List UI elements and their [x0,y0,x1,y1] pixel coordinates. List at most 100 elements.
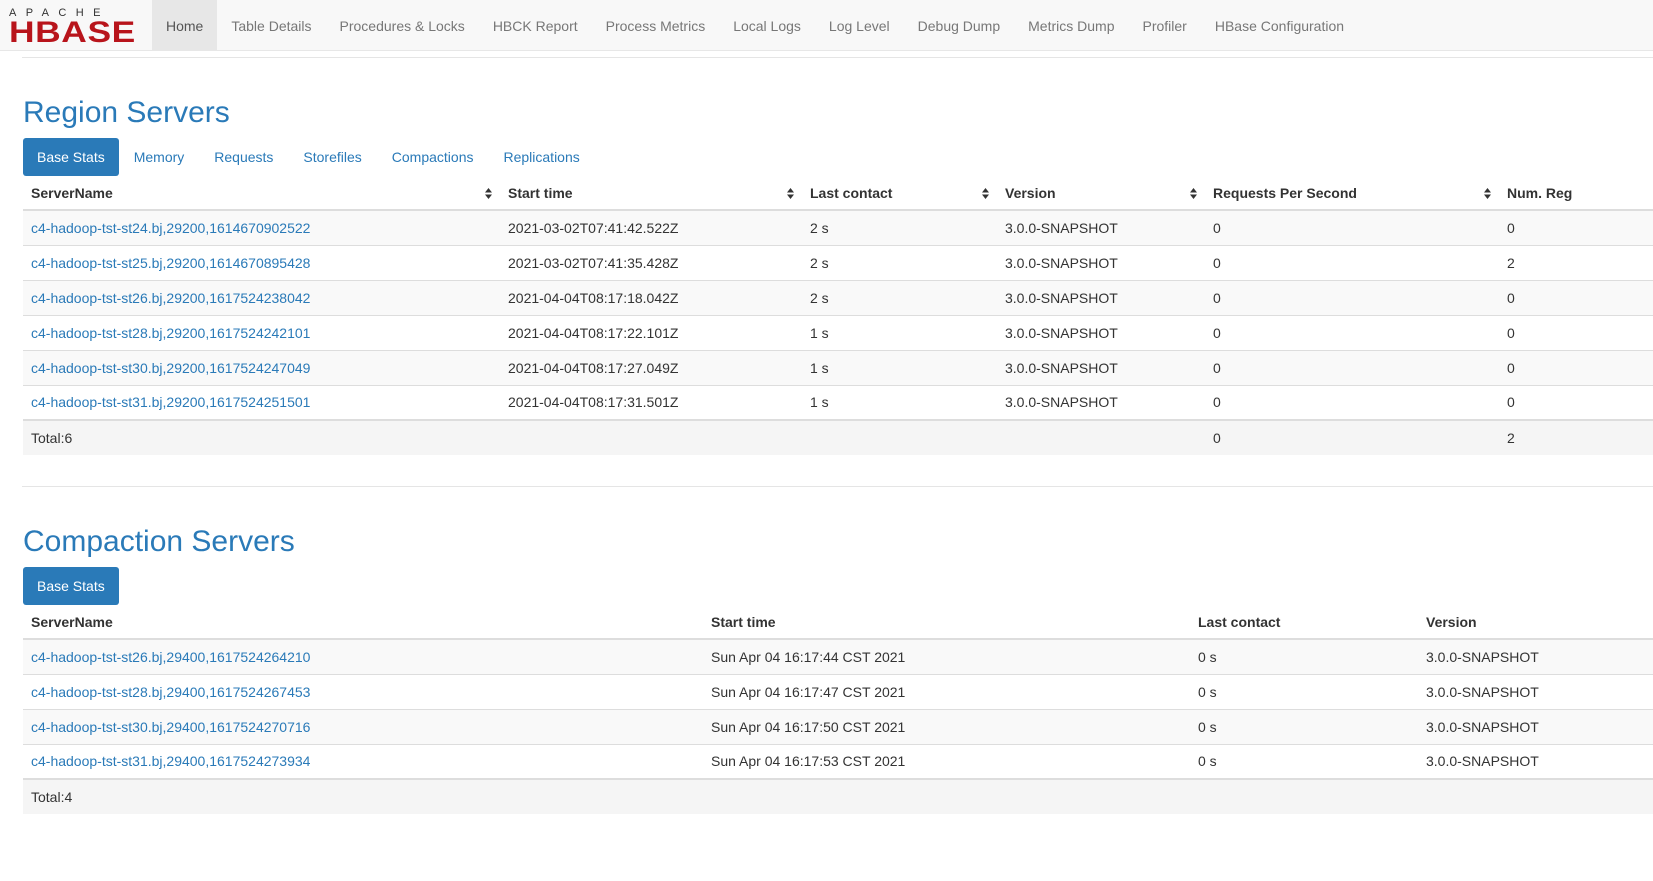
table-row: c4-hadoop-tst-st26.bj,29400,161752426421… [23,638,1653,674]
server-link[interactable]: c4-hadoop-tst-st28.bj,29200,161752424210… [31,325,310,341]
tab-storefiles[interactable]: Storefiles [288,138,376,176]
col-last-contact-header[interactable]: Last contact [802,176,997,211]
tab-base-stats[interactable]: Base Stats [23,138,119,176]
cell-num-regions: 0 [1499,349,1653,385]
cell-requests: 0 [1205,279,1499,315]
nav-local-logs[interactable]: Local Logs [719,0,815,50]
server-link[interactable]: c4-hadoop-tst-st30.bj,29200,161752424704… [31,360,310,376]
cell-start-time: 2021-04-04T08:17:18.042Z [500,279,802,315]
cell-servername: c4-hadoop-tst-st26.bj,29200,161752423804… [23,279,500,315]
total-empty [802,419,997,455]
cell-last-contact: 1 s [802,349,997,385]
server-link[interactable]: c4-hadoop-tst-st26.bj,29200,161752423804… [31,290,310,306]
tab-base-stats[interactable]: Base Stats [23,567,119,605]
cell-servername: c4-hadoop-tst-st26.bj,29400,161752426421… [23,638,703,674]
total-requests: 0 [1205,419,1499,455]
cell-start-time: Sun Apr 04 16:17:44 CST 2021 [703,638,1190,674]
server-link[interactable]: c4-hadoop-tst-st26.bj,29400,161752426421… [31,649,310,665]
col-label: Start time [508,184,573,201]
table-row: c4-hadoop-tst-st26.bj,29200,161752423804… [23,279,1653,315]
cell-version: 3.0.0-SNAPSHOT [997,384,1205,420]
cell-num-regions: 2 [1499,244,1653,280]
cell-last-contact: 0 s [1190,708,1418,744]
cell-requests: 0 [1205,314,1499,350]
nav-procedures-locks[interactable]: Procedures & Locks [326,0,479,50]
col-start-time-header[interactable]: Start time [500,176,802,211]
total-empty [500,419,802,455]
nav-profiler[interactable]: Profiler [1129,0,1201,50]
compaction-servers-title: Compaction Servers [23,525,295,558]
table-total-row: Total:4 [23,778,1653,814]
table-header-row: ServerName Start time Last contact Versi… [23,176,1653,211]
cell-servername: c4-hadoop-tst-st28.bj,29200,161752424210… [23,314,500,350]
tab-requests[interactable]: Requests [199,138,288,176]
cell-last-contact: 0 s [1190,673,1418,709]
col-label: Last contact [810,184,893,201]
tab-compactions[interactable]: Compactions [377,138,489,176]
cell-requests: 0 [1205,384,1499,420]
tab-memory[interactable]: Memory [119,138,200,176]
sort-icon [1190,188,1197,199]
table-total-row: Total:6 0 2 [23,419,1653,455]
total-empty [703,778,1190,814]
nav-process-metrics[interactable]: Process Metrics [592,0,720,50]
col-start-time-header: Start time [703,605,1190,640]
server-link[interactable]: c4-hadoop-tst-st31.bj,29400,161752427393… [31,753,310,769]
table-row: c4-hadoop-tst-st24.bj,29200,161467090252… [23,209,1653,245]
nav-log-level[interactable]: Log Level [815,0,904,50]
cell-version: 3.0.0-SNAPSHOT [997,209,1205,245]
main-nav: Home Table Details Procedures & Locks HB… [152,0,1358,50]
logo-hbase-text: HBASE [9,16,136,49]
cell-servername: c4-hadoop-tst-st30.bj,29400,161752427071… [23,708,703,744]
col-num-regions-header[interactable]: Num. Reg [1499,176,1653,211]
section-divider [22,486,1653,487]
top-navbar: APACHE HBASE Home Table Details Procedur… [0,0,1653,51]
region-servers-table: ServerName Start time Last contact Versi… [23,176,1653,455]
total-empty [1190,778,1418,814]
table-row: c4-hadoop-tst-st28.bj,29400,161752426745… [23,673,1653,709]
nav-home[interactable]: Home [152,0,218,50]
cell-start-time: 2021-04-04T08:17:27.049Z [500,349,802,385]
total-empty [1418,778,1653,814]
server-link[interactable]: c4-hadoop-tst-st25.bj,29200,161467089542… [31,255,310,271]
cell-version: 3.0.0-SNAPSHOT [997,314,1205,350]
cell-version: 3.0.0-SNAPSHOT [1418,638,1653,674]
top-divider [22,57,1653,58]
nav-debug-dump[interactable]: Debug Dump [904,0,1015,50]
cell-version: 3.0.0-SNAPSHOT [997,244,1205,280]
col-version-header[interactable]: Version [997,176,1205,211]
region-servers-title: Region Servers [23,96,230,129]
hbase-logo[interactable]: APACHE HBASE [9,8,139,48]
cell-last-contact: 2 s [802,244,997,280]
nav-metrics-dump[interactable]: Metrics Dump [1014,0,1128,50]
cell-servername: c4-hadoop-tst-st28.bj,29400,161752426745… [23,673,703,709]
server-link[interactable]: c4-hadoop-tst-st24.bj,29200,161467090252… [31,220,310,236]
cell-servername: c4-hadoop-tst-st25.bj,29200,161467089542… [23,244,500,280]
cell-num-regions: 0 [1499,384,1653,420]
cell-version: 3.0.0-SNAPSHOT [1418,743,1653,779]
cell-requests: 0 [1205,244,1499,280]
cell-start-time: Sun Apr 04 16:17:47 CST 2021 [703,673,1190,709]
cell-last-contact: 1 s [802,384,997,420]
cell-servername: c4-hadoop-tst-st24.bj,29200,161467090252… [23,209,500,245]
tab-replications[interactable]: Replications [488,138,594,176]
col-requests-per-second-header[interactable]: Requests Per Second [1205,176,1499,211]
nav-hbase-configuration[interactable]: HBase Configuration [1201,0,1358,50]
server-link[interactable]: c4-hadoop-tst-st30.bj,29400,161752427071… [31,719,310,735]
table-row: c4-hadoop-tst-st25.bj,29200,161467089542… [23,244,1653,280]
col-label: ServerName [31,184,113,201]
cell-servername: c4-hadoop-tst-st31.bj,29200,161752425150… [23,384,500,420]
cell-start-time: Sun Apr 04 16:17:53 CST 2021 [703,743,1190,779]
col-servername-header[interactable]: ServerName [23,176,500,211]
nav-table-details[interactable]: Table Details [217,0,325,50]
cell-last-contact: 2 s [802,209,997,245]
server-link[interactable]: c4-hadoop-tst-st28.bj,29400,161752426745… [31,684,310,700]
server-link[interactable]: c4-hadoop-tst-st31.bj,29200,161752425150… [31,394,310,410]
nav-hbck-report[interactable]: HBCK Report [479,0,592,50]
sort-icon [485,188,492,199]
cell-servername: c4-hadoop-tst-st31.bj,29400,161752427393… [23,743,703,779]
total-empty [997,419,1205,455]
sort-icon [787,188,794,199]
col-servername-header: ServerName [23,605,703,640]
cell-num-regions: 0 [1499,209,1653,245]
